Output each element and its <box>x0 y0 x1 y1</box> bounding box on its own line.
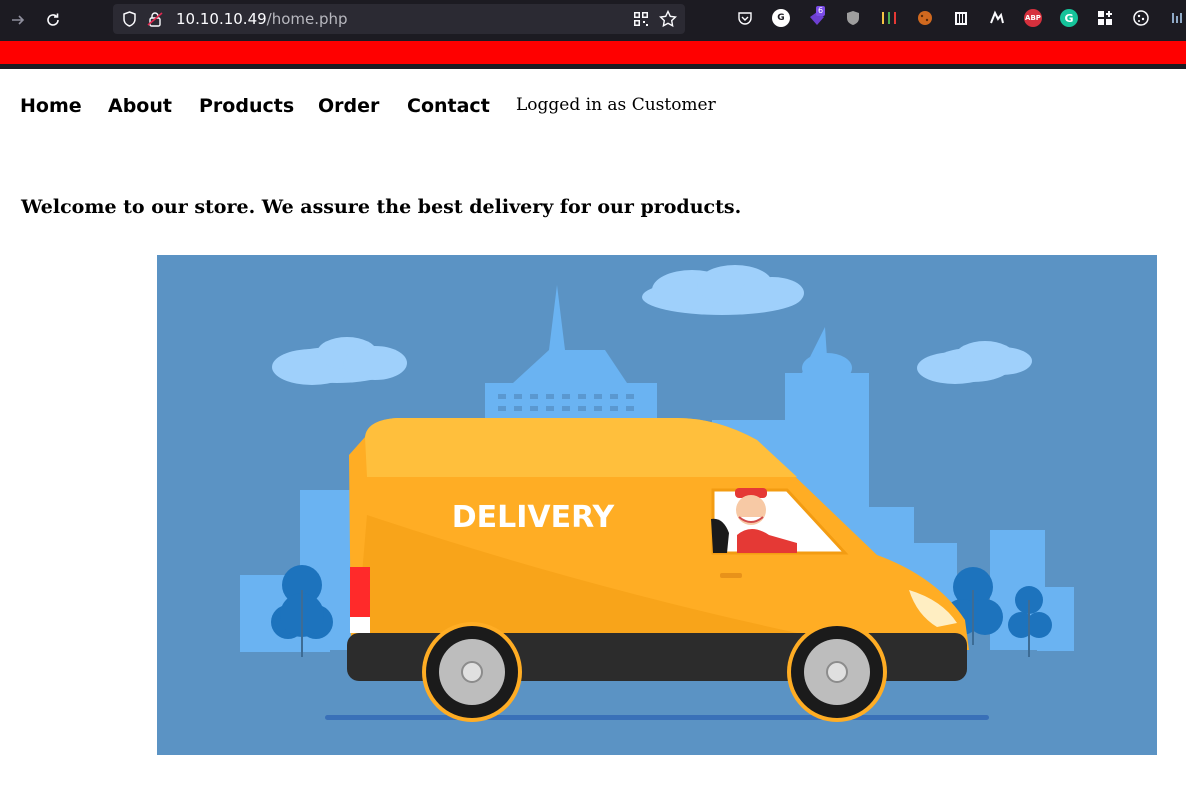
shield-extension-icon[interactable] <box>844 9 862 27</box>
nav-home-link[interactable]: Home <box>20 95 82 117</box>
url-host: 10.10.10.49 <box>176 10 267 28</box>
extension-badge: 6 <box>816 6 826 16</box>
nav-contact-link[interactable]: Contact <box>407 95 490 117</box>
cookie-extension-icon[interactable] <box>916 9 934 27</box>
address-bar[interactable]: 10.10.10.49/home.php <box>113 4 685 34</box>
delivery-hero-image: DELIVERY <box>157 255 1157 755</box>
reload-icon[interactable] <box>43 10 63 30</box>
equalizer-extension-icon[interactable] <box>880 9 898 27</box>
extensions-grid-icon[interactable] <box>1096 9 1114 27</box>
cookie-editor-icon[interactable] <box>1132 9 1150 27</box>
url-path: /home.php <box>266 10 348 28</box>
trash-extension-icon[interactable] <box>952 9 970 27</box>
welcome-heading: Welcome to our store. We assure the best… <box>21 196 742 218</box>
forward-icon[interactable] <box>8 10 28 30</box>
adblock-plus-icon[interactable]: ABP <box>1024 9 1042 27</box>
g-extension-icon[interactable]: G <box>772 9 790 27</box>
pocket-icon[interactable] <box>736 9 754 27</box>
qr-code-icon[interactable] <box>631 9 651 29</box>
nav-about-link[interactable]: About <box>108 95 172 117</box>
wappalyzer-icon[interactable] <box>988 9 1006 27</box>
grammarly-icon[interactable]: G <box>1060 9 1078 27</box>
bookmark-star-icon[interactable] <box>658 9 678 29</box>
overflow-extension-icon[interactable] <box>1168 9 1186 27</box>
nav-order-link[interactable]: Order <box>318 95 379 117</box>
red-header-strip <box>0 41 1186 64</box>
insecure-lock-icon[interactable] <box>145 9 165 29</box>
url-text[interactable]: 10.10.10.49/home.php <box>176 11 348 28</box>
nav-products-link[interactable]: Products <box>199 95 294 117</box>
site-nav: Home About Products Order Contact Logged… <box>0 69 1186 139</box>
tracking-shield-icon[interactable] <box>119 9 139 29</box>
browser-toolbar: 10.10.10.49/home.php G 6 ABP G <box>0 0 1186 41</box>
login-status: Logged in as Customer <box>516 95 716 115</box>
van-delivery-label: DELIVERY <box>452 500 616 535</box>
